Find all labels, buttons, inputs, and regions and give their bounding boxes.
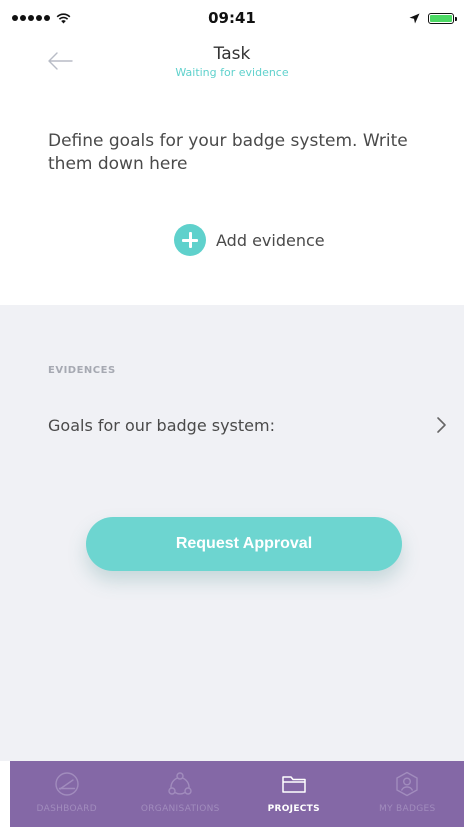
add-evidence-label: Add evidence [216,230,325,250]
tab-label: ORGANISATIONS [140,804,220,814]
badge-icon [396,771,418,797]
battery-icon [428,12,457,24]
status-subtitle: Waiting for evidence [175,66,289,79]
nav-header: Task Waiting for evidence [0,40,464,90]
plus-icon [174,224,206,256]
tab-label: DASHBOARD [36,804,97,814]
tab-label: MY BADGES [379,804,436,814]
tab-dashboard[interactable]: DASHBOARD [10,761,124,827]
tab-label: PROJECTS [267,804,320,814]
status-time: 09:41 [208,9,256,27]
chevron-right-icon [437,417,446,433]
evidence-list-item[interactable]: Goals for our badge system: [48,407,448,443]
page-title: Task [213,44,251,64]
status-bar: 09:41 [0,0,464,36]
tab-organisations[interactable]: ORGANISATIONS [124,761,238,827]
task-description: Define goals for your badge system. Writ… [48,131,408,174]
add-evidence-button[interactable]: Add evidence [174,224,325,256]
battery-level [430,14,452,22]
organisations-icon [168,772,192,795]
tab-my-badges[interactable]: MY BADGES [351,761,464,827]
folder-icon [282,776,306,793]
tab-projects[interactable]: PROJECTS [237,761,351,827]
title-block: Task Waiting for evidence [0,44,464,79]
evidence-item-label: Goals for our badge system: [48,415,275,435]
tab-bar: DASHBOARD ORGANISATIONS PROJECTS MY BADG… [10,761,464,827]
section-label: EVIDENCES [48,365,116,376]
dashboard-icon [55,772,79,796]
evidences-panel: EVIDENCES Goals for our badge system: Re… [0,305,464,761]
request-approval-button[interactable]: Request Approval [86,517,402,571]
